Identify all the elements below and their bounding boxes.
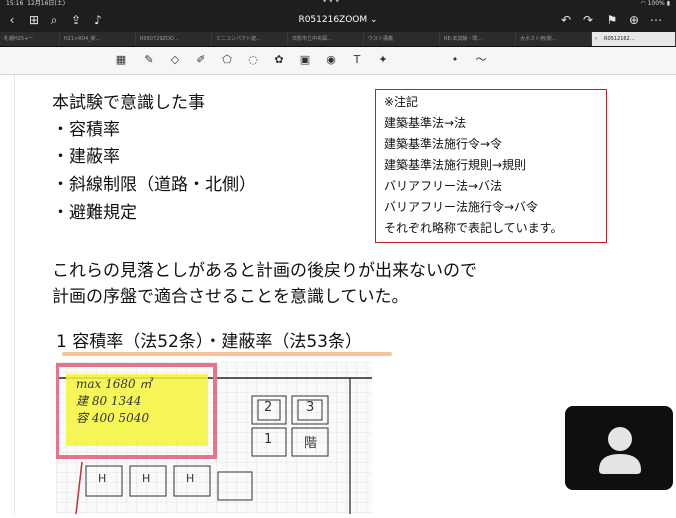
more-icon[interactable]: ⋯ xyxy=(648,12,664,28)
tab[interactable]: 日影市立中央図… xyxy=(288,32,364,46)
pen-style-icon[interactable]: 〜 xyxy=(474,53,488,67)
tab[interactable]: RE:本試験・問… xyxy=(440,32,516,46)
tab[interactable]: ウスト講義 xyxy=(364,32,440,46)
sketch-room-label: H xyxy=(142,472,151,485)
eraser-icon[interactable]: ◇ xyxy=(168,53,182,67)
tab-bar: 札幌H25+ー H21>R04_新… R050729ZOO… ミニコンパクト建…… xyxy=(0,32,676,47)
text-icon[interactable]: T xyxy=(350,53,364,67)
page-margin-line xyxy=(14,75,15,514)
tab[interactable]: 札幌H25+ー xyxy=(0,32,60,46)
undo-icon[interactable]: ↶ xyxy=(558,12,574,28)
note-box: ※注記 建築基準法→法 建築基準法施行令→令 建築基準法施行規則→規則 バリアフ… xyxy=(375,89,607,243)
note-line: ※注記 xyxy=(384,95,419,109)
bullet-item: ・避難規定 xyxy=(52,203,137,223)
drawing-toolbar: ▦ ✎ ◇ ✐ ⬠ ◌ ✿ ▣ ◉ T ✦ • 〜 xyxy=(0,47,676,75)
sketch-line: 容 400 5040 xyxy=(76,411,150,425)
paragraph-line: これらの見落としがあると計画の後戻りが出来ないので xyxy=(52,261,477,281)
sketch-room-label: 階 xyxy=(304,436,318,451)
status-bar: 15:16 12月16日(土) ••• ◠ 100% ▮ xyxy=(0,0,676,8)
battery-level: 100% xyxy=(647,0,665,7)
tab[interactable]: ミニコンパクト建… xyxy=(212,32,288,46)
tab[interactable]: R050729ZOO… xyxy=(136,32,212,46)
tab-active[interactable]: × R0512162… xyxy=(592,32,676,46)
laser-pointer-icon[interactable]: ✦ xyxy=(376,53,390,67)
redo-icon[interactable]: ↷ xyxy=(580,12,596,28)
bullet-item: ・容積率 xyxy=(52,120,120,140)
stroke-size-icon[interactable]: • xyxy=(448,53,462,67)
sketch-room-label: H xyxy=(98,472,107,485)
note-line: それぞれ略称で表記しています。 xyxy=(384,221,563,235)
sketch-room-label: 3 xyxy=(306,400,315,415)
more-dots-icon[interactable]: ••• xyxy=(322,0,341,7)
note-line: 建築基準法施行令→令 xyxy=(384,137,503,151)
close-tab-icon[interactable]: × xyxy=(594,32,598,46)
camera-icon[interactable]: ◉ xyxy=(324,53,338,67)
battery-icon: ▮ xyxy=(666,0,670,7)
section-heading: 1 容積率（法52条）・建蔽率（法53条） xyxy=(56,332,362,352)
pen-icon[interactable]: ✎ xyxy=(142,53,156,67)
sketch-room-label: 2 xyxy=(264,400,273,415)
add-page-icon[interactable]: ⊕ xyxy=(626,12,642,28)
image-icon[interactable]: ▣ xyxy=(298,53,312,67)
tab[interactable]: 大ボスト用(新… xyxy=(516,32,592,46)
sketch-line: max 1680 ㎡ xyxy=(76,377,152,391)
intro-title: 本試験で意識した事 xyxy=(52,93,205,113)
app-navbar: ‹ ⊞ ⌕ ⇪ ♪ R051216ZOOM ⌄ ↶ ↷ ⚑ ⊕ ⋯ xyxy=(0,8,676,32)
note-line: バリアフリー法→バ法 xyxy=(384,179,503,193)
plan-sketch-image: max 1680 ㎡ 建 80 1344 容 400 5040 2 3 1 階 … xyxy=(55,362,372,515)
sketch-room-label: H xyxy=(186,472,195,485)
highlighter-icon[interactable]: ✐ xyxy=(194,53,208,67)
tab[interactable]: H21>R04_新… xyxy=(60,32,136,46)
lasso-icon[interactable]: ◌ xyxy=(246,53,260,67)
note-line: 建築基準法施行規則→規則 xyxy=(384,158,527,172)
user-avatar-icon xyxy=(599,427,641,474)
video-participant-tile[interactable] xyxy=(565,406,673,490)
status-time: 15:16 xyxy=(6,0,24,7)
read-mode-icon[interactable]: ▦ xyxy=(114,53,128,67)
paragraph-line: 計画の序盤で適合させることを意識していた。 xyxy=(52,287,409,307)
bullet-item: ・斜線制限（道路・北側） xyxy=(52,175,256,195)
bullet-item: ・建蔽率 xyxy=(52,147,120,167)
note-line: バリアフリー法施行令→バ令 xyxy=(384,200,539,214)
status-date: 12月16日(土) xyxy=(27,0,66,7)
document-title[interactable]: R051216ZOOM ⌄ xyxy=(0,12,676,28)
shape-icon[interactable]: ⬠ xyxy=(220,53,234,67)
sketch-room-label: 1 xyxy=(264,432,273,447)
sketch-line: 建 80 1344 xyxy=(76,394,142,408)
wifi-icon: ◠ xyxy=(640,0,646,7)
sticker-icon[interactable]: ✿ xyxy=(272,53,286,67)
note-line: 建築基準法→法 xyxy=(384,116,467,130)
bookmark-icon[interactable]: ⚑ xyxy=(604,12,620,28)
